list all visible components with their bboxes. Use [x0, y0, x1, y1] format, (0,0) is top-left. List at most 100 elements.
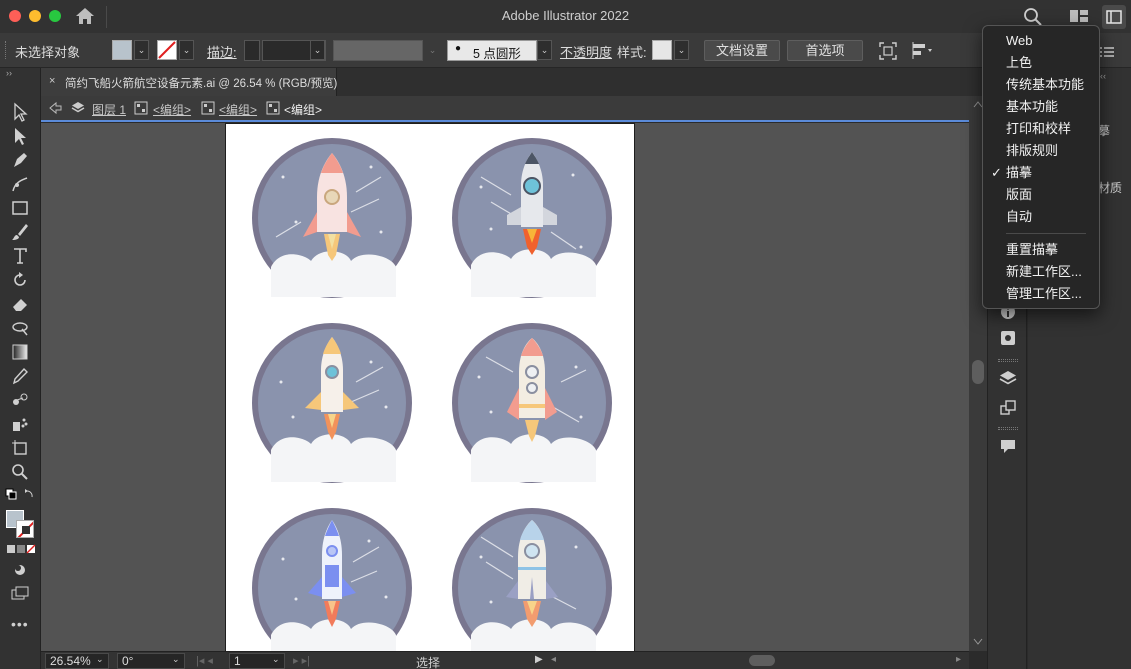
scroll-left-icon[interactable]: ◂ — [551, 654, 556, 665]
menu-item-new-workspace[interactable]: 新建工作区... — [1006, 262, 1082, 282]
rocket-badge-pink[interactable] — [251, 137, 413, 299]
stroke-swatch[interactable] — [157, 40, 177, 60]
artboard-nav-prev-icons[interactable]: |◂ ◂ — [196, 654, 213, 667]
menu-item-layout[interactable]: 版面 — [1006, 185, 1032, 205]
canvas-area[interactable] — [41, 123, 969, 651]
vertical-scroll-thumb[interactable] — [972, 360, 984, 384]
layers-panel-icon[interactable] — [998, 368, 1018, 388]
artboard-nav-next-icons[interactable]: ▸ ▸| — [293, 654, 310, 667]
opacity-label[interactable]: 不透明度 — [560, 42, 612, 61]
back-arrow-icon[interactable] — [48, 101, 62, 115]
align-options-icon[interactable] — [911, 41, 935, 61]
breadcrumb-group-2[interactable]: <编组> — [219, 101, 257, 118]
breadcrumb-current-group: <编组> — [284, 103, 323, 117]
menu-item-manage-workspaces[interactable]: 管理工作区... — [1006, 284, 1082, 304]
style-label: 样式: — [617, 45, 647, 60]
selection-status: 未选择对象 — [15, 45, 81, 60]
rocket-badge-grey[interactable] — [451, 137, 613, 299]
edit-toolbar-icon[interactable]: ••• — [11, 616, 29, 632]
asset-export-icon[interactable] — [998, 328, 1018, 348]
curvature-tool-icon[interactable] — [10, 174, 30, 194]
isolate-icon[interactable] — [878, 41, 898, 61]
selection-tool-icon[interactable] — [10, 102, 30, 122]
artboard[interactable] — [225, 123, 635, 651]
workspace-switcher-icon[interactable] — [1102, 5, 1126, 29]
default-fill-stroke-icon[interactable] — [5, 488, 35, 502]
eraser-tool-icon[interactable] — [10, 294, 30, 314]
scroll-right-icon[interactable]: ▸ — [956, 654, 961, 665]
collapse-panels-icon[interactable]: ‹‹ — [1100, 71, 1106, 81]
rocket-badge-cream[interactable] — [451, 322, 613, 484]
stroke-label[interactable]: 描边: — [207, 42, 237, 61]
menu-item-essentials-classic[interactable]: 传统基本功能 — [1006, 75, 1084, 95]
breadcrumb-layer[interactable]: 图层 1 — [92, 101, 126, 118]
brush-definition[interactable]: ● 5 点圆形 — [447, 40, 537, 61]
menu-item-essentials[interactable]: 基本功能 — [1006, 97, 1058, 117]
workspace-menu: Web 上色 传统基本功能 基本功能 打印和校样 排版规则 ✓ 描摹 版面 自动… — [982, 25, 1100, 309]
panel-menu-icon[interactable] — [1100, 46, 1114, 58]
color-mode-icons[interactable] — [6, 544, 36, 554]
gradient-tool-icon[interactable] — [10, 342, 30, 362]
profile-dropdown[interactable]: ⌄ — [425, 40, 440, 60]
document-setup-button[interactable]: 文档设置 — [704, 40, 780, 61]
fill-dropdown[interactable]: ⌄ — [134, 40, 149, 60]
rocket-badge-yellow[interactable] — [251, 322, 413, 484]
fill-swatch[interactable] — [112, 40, 132, 60]
arrange-documents-icon[interactable] — [1068, 6, 1090, 26]
rocket-badge-light[interactable] — [451, 507, 613, 651]
paintbrush-tool-icon[interactable] — [10, 222, 30, 242]
type-tool-icon[interactable] — [10, 246, 30, 266]
stroke-weight-dropdown[interactable]: ⌄ — [310, 40, 325, 60]
zoom-dropdown-icon[interactable]: ⌄ — [96, 654, 104, 665]
drawing-mode-icon[interactable] — [10, 560, 30, 580]
zoom-tool-icon[interactable] — [10, 462, 30, 482]
rectangle-tool-icon[interactable] — [10, 198, 30, 218]
toolbar-header: ›› — [0, 68, 41, 96]
stroke-weight-stepper[interactable] — [244, 40, 260, 61]
brush-dropdown[interactable]: ⌄ — [537, 40, 552, 60]
preferences-button[interactable]: 首选项 — [787, 40, 863, 61]
panel-tab-fragment-2[interactable]: 材质 — [1098, 179, 1122, 196]
close-document-icon[interactable]: × — [49, 75, 55, 87]
window-title: Adobe Illustrator 2022 — [501, 8, 630, 23]
graphic-style-swatch[interactable] — [652, 40, 672, 60]
width-tool-icon[interactable] — [10, 318, 30, 338]
horizontal-scroll-thumb[interactable] — [749, 655, 775, 666]
rotate-tool-icon[interactable] — [10, 270, 30, 290]
direct-selection-tool-icon[interactable] — [10, 126, 30, 146]
rotation-dropdown-icon[interactable]: ⌄ — [172, 654, 180, 665]
artboards-panel-icon[interactable] — [998, 398, 1018, 418]
scroll-down-icon[interactable] — [973, 638, 983, 646]
control-bar-grip[interactable] — [5, 41, 8, 59]
collapse-toolbar-icon[interactable]: ›› — [6, 68, 12, 78]
menu-item-tracing[interactable]: 描摹 — [1006, 163, 1032, 183]
comments-panel-icon[interactable] — [998, 436, 1018, 456]
panel-group-grip[interactable] — [998, 359, 1018, 362]
document-tab[interactable]: × 简约飞船火箭航空设备元素.ai @ 26.54 % (RGB/预览) — [41, 68, 337, 96]
no-color-icon — [17, 521, 33, 537]
screen-mode-icon[interactable] — [10, 584, 30, 604]
variable-width-profile[interactable] — [333, 40, 423, 61]
artboard-dropdown-icon[interactable]: ⌄ — [272, 654, 280, 665]
menu-item-printing-proofing[interactable]: 打印和校样 — [1006, 119, 1071, 139]
symbol-sprayer-tool-icon[interactable] — [10, 414, 30, 434]
rocket-badge-blue[interactable] — [251, 507, 413, 651]
menu-item-web[interactable]: Web — [1006, 31, 1033, 51]
stroke-dropdown[interactable]: ⌄ — [179, 40, 194, 60]
search-icon[interactable] — [1022, 6, 1044, 26]
no-stroke-icon — [158, 41, 176, 59]
eyedropper-tool-icon[interactable] — [10, 366, 30, 386]
current-tool-status: 选择 — [416, 656, 441, 669]
menu-item-automation[interactable]: 自动 — [1006, 207, 1032, 227]
menu-item-painting[interactable]: 上色 — [1006, 53, 1032, 73]
breadcrumb-group-1[interactable]: <编组> — [153, 101, 191, 118]
stroke-color-box[interactable] — [16, 520, 34, 538]
panel-group-grip[interactable] — [998, 427, 1018, 430]
pen-tool-icon[interactable] — [10, 150, 30, 170]
menu-item-typography[interactable]: 排版规则 — [1006, 141, 1058, 161]
blend-tool-icon[interactable] — [10, 390, 30, 410]
menu-item-reset-workspace[interactable]: 重置描摹 — [1006, 240, 1058, 260]
artboard-tool-icon[interactable] — [10, 438, 30, 458]
graphic-style-dropdown[interactable]: ⌄ — [674, 40, 689, 60]
status-menu-icon[interactable]: ▶ — [535, 654, 543, 665]
